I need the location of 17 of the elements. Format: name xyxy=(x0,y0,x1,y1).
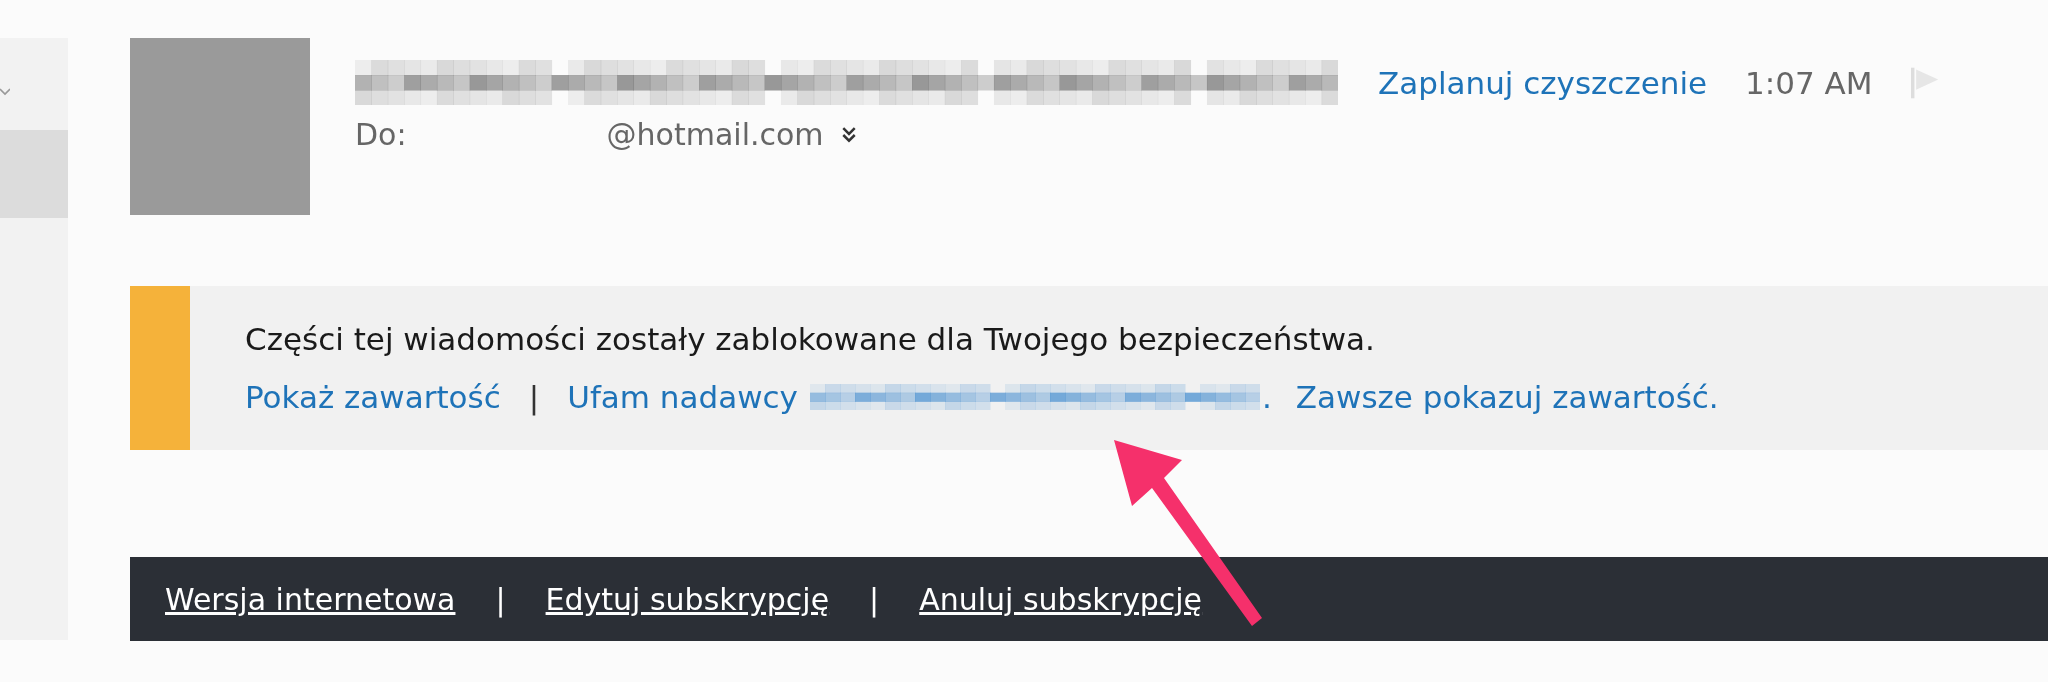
period: . xyxy=(1261,379,1272,415)
separator: | xyxy=(528,379,540,415)
always-show-link[interactable]: Zawsze pokazuj zawartość. xyxy=(1295,379,1719,415)
footer-link[interactable]: Edytuj subskrypcję xyxy=(545,581,830,617)
schedule-cleanup-link[interactable]: Zaplanuj czyszczenie xyxy=(1378,64,1708,101)
recipient-address: @hotmail.com xyxy=(606,117,824,152)
time-label: 1:07 AM xyxy=(1745,64,1873,101)
chevron-icon[interactable] xyxy=(0,88,10,96)
show-content-link[interactable]: Pokaż zawartość xyxy=(245,379,501,415)
footer-link[interactable]: Wersja internetowa xyxy=(165,581,456,617)
to-label: Do: xyxy=(355,117,407,152)
separator: | xyxy=(869,581,880,617)
trust-sender-link[interactable]: Ufam nadawcy xyxy=(567,379,798,415)
expand-icon[interactable] xyxy=(841,126,856,143)
separator: | xyxy=(495,581,506,617)
warning-message: Części tej wiadomości zostały zablokowane dla Twojego bezpieczeństwa. xyxy=(245,321,1376,357)
footer-link[interactable]: Anuluj subskrypcję xyxy=(919,581,1203,617)
